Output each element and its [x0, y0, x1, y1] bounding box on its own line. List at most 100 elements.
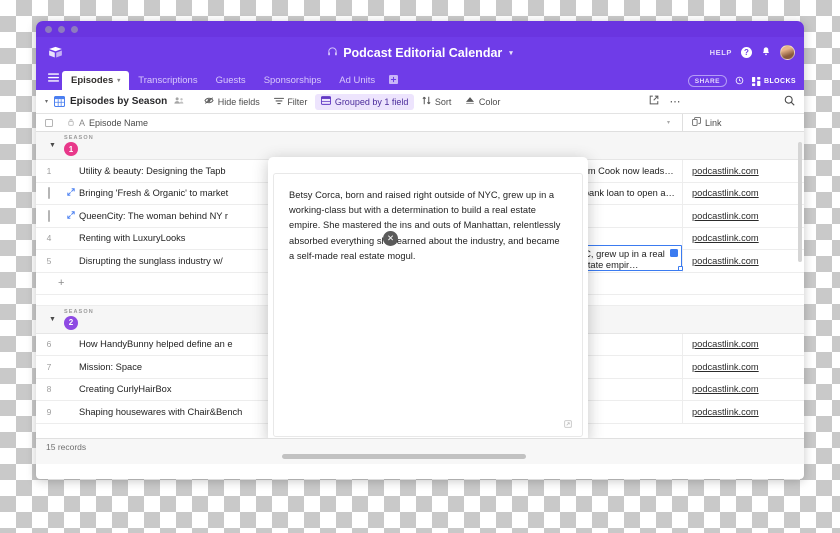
menu-icon[interactable]: [44, 68, 62, 90]
header-actions: HELP ?: [710, 45, 795, 60]
field-header-link[interactable]: Link: [682, 114, 804, 131]
sort-button[interactable]: Sort: [416, 94, 457, 110]
user-avatar[interactable]: [780, 45, 795, 60]
color-icon: [465, 96, 475, 107]
window-titlebar: [36, 21, 804, 37]
view-tool-buttons: Hide fields Filter Grouped by 1 field So…: [198, 93, 506, 110]
link-field-type-icon: [692, 117, 701, 128]
view-toolbar-right: ⋯: [649, 95, 796, 109]
field-header-row: A Episode Name ▾ Link: [36, 114, 804, 132]
headphones-icon: [327, 46, 338, 60]
tab-guests-label: Guests: [215, 75, 246, 86]
sort-icon: [422, 96, 431, 107]
window-close-button[interactable]: [45, 25, 52, 33]
row-number: 9: [46, 406, 52, 417]
tab-episodes-label: Episodes: [71, 75, 114, 86]
sort-label: Sort: [434, 96, 452, 107]
group-value-badge: 1: [63, 142, 78, 156]
tab-ad-units-label: Ad Units: [339, 75, 376, 86]
plus-icon: +: [58, 277, 65, 289]
app-window: Podcast Editorial Calendar ▾ HELP ? Epis…: [36, 21, 804, 479]
collaborators-icon[interactable]: [174, 96, 184, 107]
blocks-label: BLOCKS: [764, 77, 796, 85]
window-minimize-button[interactable]: [58, 25, 65, 33]
row-number: 7: [46, 361, 52, 372]
grid-view-icon: [53, 95, 66, 108]
close-popup-button[interactable]: ✕: [383, 231, 398, 246]
color-label: Color: [478, 96, 501, 107]
long-text-popup: Betsy Corca, born and raised right outsi…: [268, 157, 588, 438]
tab-ad-units[interactable]: Ad Units: [330, 71, 384, 90]
chevron-down-icon[interactable]: ▾: [509, 49, 513, 57]
group-label: Grouped by 1 field: [334, 96, 409, 107]
tab-sponsorships-label: Sponsorships: [263, 75, 322, 86]
select-all-checkbox[interactable]: [36, 118, 62, 127]
lock-icon: [62, 118, 79, 128]
group-collapse-icon[interactable]: ▼: [49, 142, 56, 149]
row-checkbox[interactable]: [36, 187, 62, 200]
tab-episodes[interactable]: Episodes ▾: [62, 71, 130, 90]
filter-icon: [273, 97, 284, 107]
app-title[interactable]: Podcast Editorial Calendar ▾: [36, 46, 804, 60]
record-count: 15 records: [46, 442, 87, 452]
row-number: 6: [46, 339, 52, 350]
status-bar: 15 records: [36, 438, 804, 464]
app-header: Podcast Editorial Calendar ▾ HELP ?: [36, 37, 804, 68]
horizontal-scrollbar-thumb[interactable]: [282, 454, 526, 459]
chevron-down-icon[interactable]: ▾: [117, 77, 120, 84]
long-text-popup-content: Betsy Corca, born and raised right outsi…: [289, 190, 561, 261]
filter-label: Filter: [287, 96, 308, 107]
tabbar-right-actions: SHARE BLOCKS: [687, 75, 796, 87]
tab-sponsorships[interactable]: Sponsorships: [255, 71, 331, 90]
share-view-icon[interactable]: [649, 95, 659, 108]
row-number: 8: [46, 384, 52, 395]
hide-fields-button[interactable]: Hide fields: [198, 94, 266, 110]
expand-record-icon[interactable]: [564, 420, 572, 428]
history-icon[interactable]: [735, 76, 744, 87]
app-title-text: Podcast Editorial Calendar: [343, 45, 503, 60]
search-icon[interactable]: [784, 95, 795, 109]
help-icon[interactable]: ?: [741, 47, 752, 58]
records-grid: ▼ SEASON 1 1 Utility & beauty: Designing…: [36, 132, 804, 438]
row-expand-icon[interactable]: [62, 188, 79, 198]
row-expand-icon[interactable]: [62, 211, 79, 221]
more-options-icon[interactable]: ⋯: [670, 95, 682, 108]
window-maximize-button[interactable]: [71, 25, 78, 33]
text-field-type-icon: A: [79, 117, 86, 128]
notifications-icon[interactable]: [761, 46, 771, 60]
close-icon: ✕: [386, 233, 395, 243]
row-number: 1: [46, 165, 52, 176]
view-toolbar: ▾ Episodes by Season Hide fields Filter: [36, 90, 804, 114]
row-checkbox[interactable]: [36, 209, 62, 222]
color-button[interactable]: Color: [459, 94, 506, 110]
row-number: 4: [46, 233, 52, 244]
row-number: 5: [46, 255, 52, 266]
add-table-icon[interactable]: [384, 75, 405, 90]
share-button[interactable]: SHARE: [687, 75, 728, 87]
field-header-link-label: Link: [705, 117, 722, 128]
horizontal-scrollbar-track[interactable]: [36, 454, 804, 459]
blocks-button[interactable]: BLOCKS: [752, 76, 796, 86]
group-button[interactable]: Grouped by 1 field: [315, 93, 415, 110]
group-field-label: SEASON: [63, 135, 94, 141]
hide-fields-icon: [204, 96, 214, 107]
field-header-episode-name[interactable]: A Episode Name: [79, 118, 148, 128]
blocks-icon: [752, 76, 761, 86]
help-label[interactable]: HELP: [710, 48, 732, 57]
field-menu-chevron-icon[interactable]: ▾: [667, 119, 670, 126]
sidebar-collapse-icon[interactable]: ▾: [45, 98, 48, 105]
view-name[interactable]: Episodes by Season: [70, 96, 167, 107]
hide-fields-label: Hide fields: [217, 96, 260, 107]
group-collapse-icon[interactable]: ▼: [49, 316, 56, 323]
group-value-badge: 2: [63, 315, 78, 330]
tab-transcriptions-label: Transcriptions: [138, 75, 198, 86]
group-header-season-1[interactable]: ▼ SEASON 1: [36, 132, 804, 160]
group-field-label: SEASON: [63, 308, 94, 315]
long-text-popup-body[interactable]: Betsy Corca, born and raised right outsi…: [273, 173, 583, 437]
tab-guests[interactable]: Guests: [207, 71, 255, 90]
tab-transcriptions[interactable]: Transcriptions: [129, 71, 206, 90]
group-icon: [321, 96, 332, 107]
filter-button[interactable]: Filter: [268, 94, 314, 109]
table-tab-bar: Episodes ▾ Transcriptions Guests Sponsor…: [36, 68, 804, 90]
field-header-episode-name-label: Episode Name: [89, 117, 149, 128]
